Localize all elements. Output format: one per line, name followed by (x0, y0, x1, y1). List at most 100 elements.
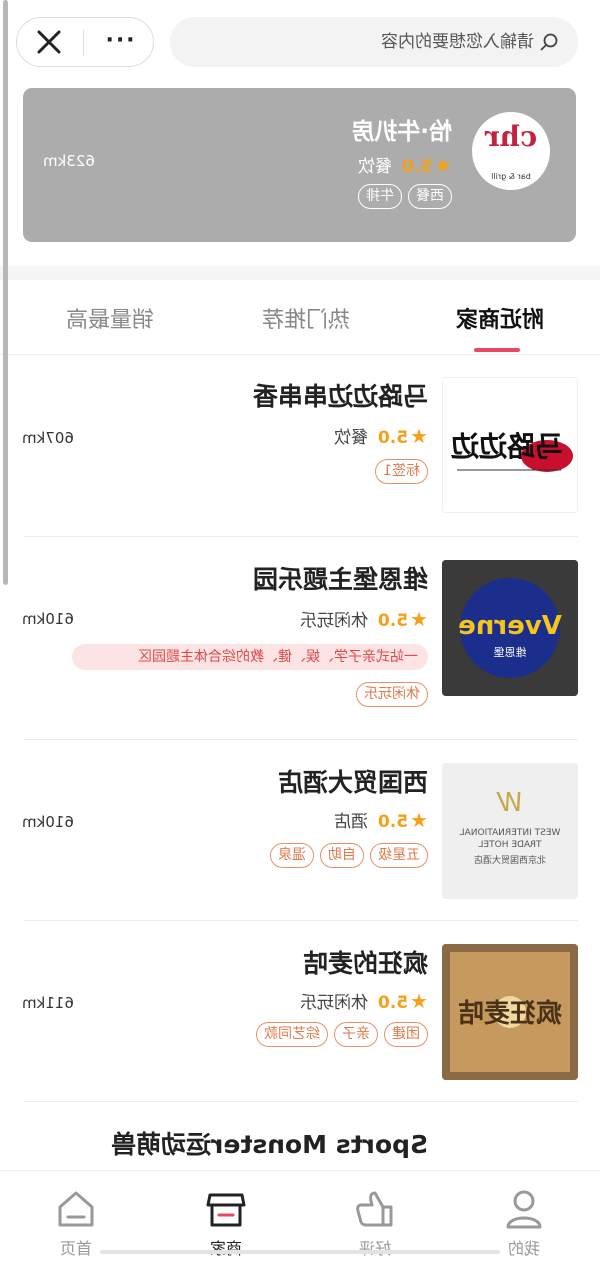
list-item[interactable]: Vverne 维恩堡 维恩堡主题乐园 ★5.0 休闲玩乐 610km 一站式亲子学… (0, 538, 600, 740)
capsule-divider (83, 30, 84, 56)
shop-thumbnail: Vverne 维恩堡 (442, 560, 578, 696)
thumbnail-image: W WEST INTERNATIONAL TRADE HOTEL 北京西国贸大酒… (442, 763, 578, 899)
star-icon: ★ (410, 607, 428, 631)
tag: 标签1 (375, 459, 428, 484)
tag: 西餐 (408, 184, 452, 209)
shop-distance: 610km (22, 610, 74, 628)
rating-value: 5.0 (377, 812, 409, 832)
star-icon: ★ (410, 808, 428, 832)
tag: 休闲玩乐 (356, 682, 428, 707)
item-divider (24, 739, 578, 740)
thumbnail-text: 北京西国贸大酒店 (474, 854, 546, 866)
user-icon (506, 1190, 542, 1229)
shop-distance: 611km (22, 994, 74, 1012)
tag: 温泉 (270, 843, 314, 868)
shop-tags: 团建 亲子 综艺同款 (256, 1022, 428, 1047)
nav-label: 首页 (60, 1239, 93, 1258)
bottom-nav: 首页 商家 好评 我的 (0, 1170, 600, 1260)
item-divider (24, 536, 578, 537)
star-icon: ★ (410, 424, 428, 448)
tag: 五星级 (370, 843, 428, 868)
logo-text: chr (484, 120, 538, 153)
nav-label: 我的 (508, 1239, 541, 1258)
thumbnail-text: WEST INTERNATIONAL (460, 828, 561, 838)
shop-distance: 610km (22, 813, 74, 831)
list-item[interactable]: 疯狂麦咭 疯狂的麦咭 ★5.0 休闲玩乐 611km 团建 亲子 综艺同款 (0, 922, 600, 1102)
tag: 自助 (320, 843, 364, 868)
thumbnail-image: 疯狂麦咭 (442, 944, 578, 1080)
rating-value: 5.0 (377, 611, 409, 631)
promo-banner: 一站式亲子学、娱、健、教的综合体主题园区 (72, 644, 428, 670)
nav-store[interactable]: 商家 (176, 1181, 276, 1261)
nav-reviews[interactable]: 好评 (325, 1181, 425, 1261)
shop-thumbnail: 马路边边 (442, 377, 578, 513)
shop-category: 酒店 (333, 812, 368, 832)
shop-tags: 西餐 牛排 (358, 184, 452, 209)
shop-distance: 607km (22, 429, 74, 447)
item-divider (24, 920, 578, 921)
tag: 牛排 (358, 184, 402, 209)
shop-name: 疯狂的麦咭 (302, 949, 428, 978)
tab-hot[interactable]: 热门推荐 (262, 302, 350, 334)
thumbnail-text: 疯狂麦咭 (458, 998, 562, 1029)
nav-label: 商家 (210, 1239, 243, 1258)
featured-shop-card[interactable]: chr bar & grill 怡·牛扒房 ★5.0 餐饮 西餐 牛排 623km (23, 88, 576, 242)
shop-category: 休闲玩乐 (299, 611, 368, 631)
tag: 综艺同款 (256, 1022, 328, 1047)
list-item[interactable]: Sports Monster运动萌兽 (0, 1103, 600, 1170)
thumbnail-text: 马路边边 (450, 430, 563, 463)
shop-rating-row: ★5.0 休闲玩乐 (300, 988, 428, 1013)
nav-label: 好评 (359, 1239, 392, 1258)
close-button[interactable] (29, 24, 69, 62)
thumbnail-image: Vverne 维恩堡 (442, 560, 578, 696)
shop-logo: chr bar & grill (472, 112, 550, 190)
thumbnail-image (442, 1125, 578, 1170)
tab-bar: 附近商家 热门推荐 销量最高 (0, 282, 600, 355)
list-item[interactable]: 马路边边 马路边边串串香 ★5.0 餐饮 607km 标签1 (0, 355, 600, 537)
tag: 亲子 (334, 1022, 378, 1047)
shop-category: 餐饮 (333, 428, 368, 448)
shop-category: 餐饮 (357, 157, 392, 177)
search-bar[interactable]: 请输入您想要的内容 (170, 17, 578, 67)
search-icon (540, 33, 558, 51)
scrollbar[interactable] (3, 0, 8, 585)
item-divider (24, 1101, 578, 1102)
rating-value: 5.0 (401, 157, 433, 177)
shop-rating-row: ★5.0 餐饮 (358, 152, 452, 177)
miniapp-capsule: ··· (16, 17, 154, 67)
home-icon (58, 1191, 94, 1227)
shop-thumbnail: W WEST INTERNATIONAL TRADE HOTEL 北京西国贸大酒… (442, 763, 578, 899)
section-divider (0, 266, 600, 280)
thumbs-up-icon (356, 1191, 393, 1227)
shop-distance: 623km (43, 152, 95, 170)
shop-thumbnail: 疯狂麦咭 (442, 944, 578, 1080)
shop-name: 怡·牛扒房 (351, 119, 452, 145)
star-icon: ★ (434, 153, 452, 177)
list-item[interactable]: W WEST INTERNATIONAL TRADE HOTEL 北京西国贸大酒… (0, 741, 600, 921)
shop-tags: 五星级 自助 温泉 (270, 843, 428, 868)
thumbnail-image: 马路边边 (442, 378, 577, 513)
top-bar: ··· 请输入您想要的内容 (0, 0, 600, 82)
shop-name: 西国贸大酒店 (277, 768, 428, 797)
store-icon (206, 1193, 246, 1227)
rating-value: 5.0 (377, 428, 409, 448)
tag: 团建 (384, 1022, 428, 1047)
close-icon (37, 30, 61, 54)
star-icon: ★ (410, 989, 428, 1013)
shop-category: 休闲玩乐 (299, 993, 368, 1013)
nav-mine[interactable]: 我的 (474, 1181, 574, 1261)
tab-top-sales[interactable]: 销量最高 (66, 302, 154, 334)
tab-active-indicator (474, 348, 520, 352)
thumbnail-subtext: 维恩堡 (494, 645, 527, 659)
shop-name: 马路边边串串香 (252, 382, 428, 411)
home-indicator (100, 1250, 500, 1254)
thumbnail-text: Vverne (458, 611, 562, 641)
nav-home[interactable]: 首页 (26, 1181, 126, 1261)
tab-nearby[interactable]: 附近商家 (456, 302, 544, 334)
more-button[interactable]: ··· (99, 26, 139, 56)
shop-name: 维恩堡主题乐园 (252, 565, 428, 594)
rating-value: 5.0 (377, 993, 409, 1013)
shop-rating-row: ★5.0 休闲玩乐 (300, 606, 428, 631)
logo-subtext: bar & grill (491, 172, 531, 181)
shop-name: Sports Monster运动萌兽 (111, 1130, 428, 1159)
